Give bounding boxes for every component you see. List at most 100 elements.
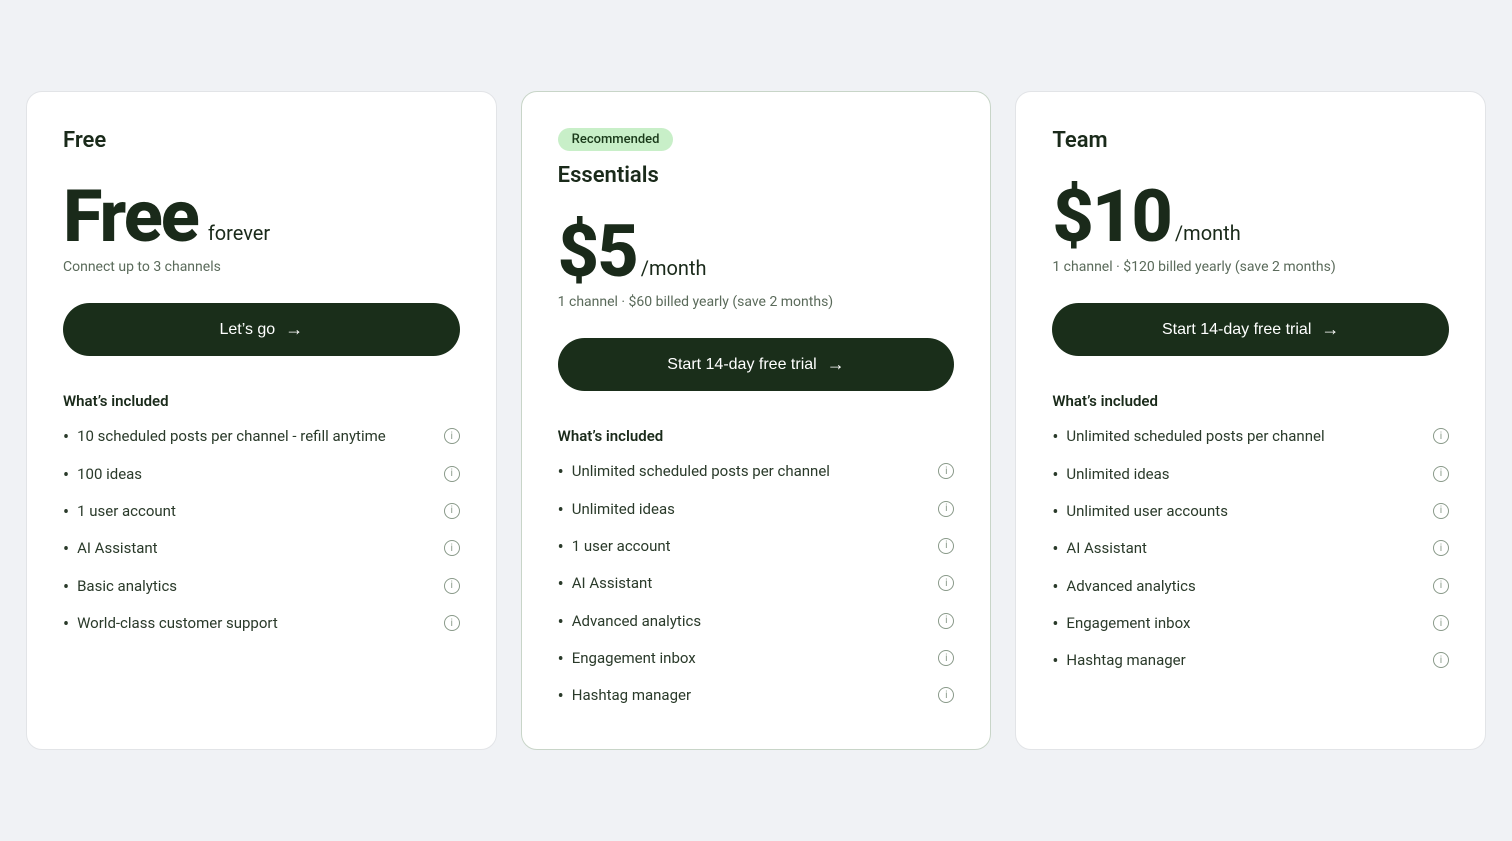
info-icon[interactable]: i bbox=[1433, 428, 1449, 444]
info-icon[interactable]: i bbox=[444, 466, 460, 482]
feature-bullet: • bbox=[63, 426, 69, 449]
feature-item: • Unlimited ideas i bbox=[1052, 464, 1449, 487]
feature-item: • Unlimited scheduled posts per channel … bbox=[1052, 426, 1449, 449]
feature-item: • Unlimited scheduled posts per channel … bbox=[558, 461, 955, 484]
arrow-icon-essentials: → bbox=[827, 354, 845, 375]
features-list-team: • Unlimited scheduled posts per channel … bbox=[1052, 426, 1449, 674]
feature-bullet: • bbox=[63, 464, 69, 487]
feature-bullet: • bbox=[1052, 538, 1058, 561]
feature-text: World-class customer support bbox=[77, 613, 432, 634]
feature-item: • Engagement inbox i bbox=[558, 648, 955, 671]
plan-name-free: Free bbox=[63, 128, 460, 153]
cta-label-free: Let’s go bbox=[219, 321, 275, 339]
cta-label-team: Start 14-day free trial bbox=[1162, 321, 1311, 339]
price-section-essentials: $5 /month bbox=[558, 216, 955, 288]
feature-text: Hashtag manager bbox=[572, 685, 927, 706]
feature-text: 100 ideas bbox=[77, 464, 432, 485]
info-icon[interactable]: i bbox=[1433, 540, 1449, 556]
feature-text: 1 user account bbox=[572, 536, 927, 557]
info-icon[interactable]: i bbox=[1433, 578, 1449, 594]
info-icon[interactable]: i bbox=[1433, 503, 1449, 519]
feature-text: AI Assistant bbox=[1066, 538, 1421, 559]
feature-bullet: • bbox=[558, 611, 564, 634]
info-icon[interactable]: i bbox=[938, 501, 954, 517]
feature-text: Unlimited ideas bbox=[1066, 464, 1421, 485]
feature-text: Unlimited scheduled posts per channel bbox=[572, 461, 927, 482]
info-icon[interactable]: i bbox=[444, 428, 460, 444]
price-subtitle-essentials: 1 channel · $60 billed yearly (save 2 mo… bbox=[558, 294, 955, 310]
price-amount-team: $10 bbox=[1052, 181, 1171, 253]
info-icon[interactable]: i bbox=[938, 650, 954, 666]
info-icon[interactable]: i bbox=[444, 540, 460, 556]
feature-item: • Hashtag manager i bbox=[1052, 650, 1449, 673]
feature-text: 10 scheduled posts per channel - refill … bbox=[77, 426, 432, 447]
cta-button-team[interactable]: Start 14-day free trial → bbox=[1052, 303, 1449, 356]
info-icon[interactable]: i bbox=[938, 687, 954, 703]
feature-item: • AI Assistant i bbox=[558, 573, 955, 596]
feature-item: • Advanced analytics i bbox=[1052, 576, 1449, 599]
feature-bullet: • bbox=[558, 461, 564, 484]
price-section-free: Free forever bbox=[63, 181, 460, 253]
feature-bullet: • bbox=[63, 538, 69, 561]
feature-bullet: • bbox=[1052, 501, 1058, 524]
plan-name-team: Team bbox=[1052, 128, 1449, 153]
feature-bullet: • bbox=[1052, 576, 1058, 599]
price-amount-free: Free bbox=[63, 181, 198, 253]
cta-button-essentials[interactable]: Start 14-day free trial → bbox=[558, 338, 955, 391]
feature-bullet: • bbox=[63, 613, 69, 636]
plan-name-essentials: Essentials bbox=[558, 163, 955, 188]
info-icon[interactable]: i bbox=[938, 463, 954, 479]
recommended-badge: Recommended bbox=[558, 128, 674, 151]
plan-card-essentials: Recommended Essentials $5 /month 1 channe… bbox=[521, 91, 992, 750]
feature-text: Engagement inbox bbox=[1066, 613, 1421, 634]
info-icon[interactable]: i bbox=[1433, 466, 1449, 482]
price-subtitle-free: Connect up to 3 channels bbox=[63, 259, 460, 275]
feature-bullet: • bbox=[558, 499, 564, 522]
feature-text: 1 user account bbox=[77, 501, 432, 522]
features-label-essentials: What’s included bbox=[558, 427, 955, 445]
feature-item: • 100 ideas i bbox=[63, 464, 460, 487]
price-period-essentials: /month bbox=[641, 256, 707, 280]
plan-card-team: Team $10 /month 1 channel · $120 billed … bbox=[1015, 91, 1486, 750]
price-period-team: /month bbox=[1175, 221, 1241, 245]
pricing-container: Free Free forever Connect up to 3 channe… bbox=[26, 91, 1486, 750]
feature-item: • AI Assistant i bbox=[1052, 538, 1449, 561]
feature-bullet: • bbox=[558, 685, 564, 708]
feature-item: • World-class customer support i bbox=[63, 613, 460, 636]
feature-item: • Engagement inbox i bbox=[1052, 613, 1449, 636]
price-subtitle-team: 1 channel · $120 billed yearly (save 2 m… bbox=[1052, 259, 1449, 275]
info-icon[interactable]: i bbox=[938, 538, 954, 554]
feature-bullet: • bbox=[1052, 426, 1058, 449]
price-amount-essentials: $5 bbox=[558, 216, 637, 288]
price-suffix-free: forever bbox=[208, 221, 270, 245]
info-icon[interactable]: i bbox=[938, 575, 954, 591]
feature-bullet: • bbox=[558, 648, 564, 671]
price-section-team: $10 /month bbox=[1052, 181, 1449, 253]
features-label-free: What’s included bbox=[63, 392, 460, 410]
feature-item: • 10 scheduled posts per channel - refil… bbox=[63, 426, 460, 449]
feature-text: AI Assistant bbox=[572, 573, 927, 594]
features-label-team: What’s included bbox=[1052, 392, 1449, 410]
feature-item: • Advanced analytics i bbox=[558, 611, 955, 634]
feature-item: • AI Assistant i bbox=[63, 538, 460, 561]
features-list-essentials: • Unlimited scheduled posts per channel … bbox=[558, 461, 955, 709]
cta-button-free[interactable]: Let’s go → bbox=[63, 303, 460, 356]
feature-bullet: • bbox=[558, 573, 564, 596]
info-icon[interactable]: i bbox=[444, 503, 460, 519]
feature-bullet: • bbox=[558, 536, 564, 559]
info-icon[interactable]: i bbox=[1433, 652, 1449, 668]
feature-item: • Unlimited user accounts i bbox=[1052, 501, 1449, 524]
feature-bullet: • bbox=[1052, 613, 1058, 636]
feature-bullet: • bbox=[63, 501, 69, 524]
feature-bullet: • bbox=[1052, 650, 1058, 673]
info-icon[interactable]: i bbox=[444, 615, 460, 631]
info-icon[interactable]: i bbox=[444, 578, 460, 594]
feature-item: • Hashtag manager i bbox=[558, 685, 955, 708]
plan-card-free: Free Free forever Connect up to 3 channe… bbox=[26, 91, 497, 750]
feature-text: Engagement inbox bbox=[572, 648, 927, 669]
info-icon[interactable]: i bbox=[1433, 615, 1449, 631]
feature-item: • Basic analytics i bbox=[63, 576, 460, 599]
info-icon[interactable]: i bbox=[938, 613, 954, 629]
feature-text: Advanced analytics bbox=[1066, 576, 1421, 597]
feature-bullet: • bbox=[1052, 464, 1058, 487]
